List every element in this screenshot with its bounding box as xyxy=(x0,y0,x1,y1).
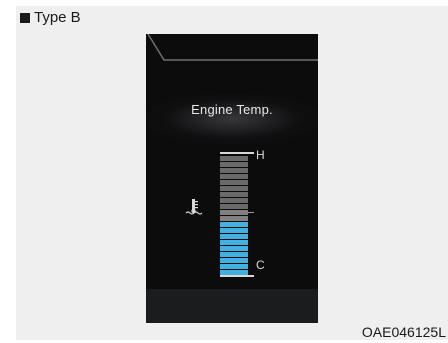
type-label-text: Type B xyxy=(34,9,81,26)
display-title: Engine Temp. xyxy=(191,102,273,117)
display-bottom-band xyxy=(146,289,318,323)
gauge-segment xyxy=(220,180,248,185)
gauge-mid-tick xyxy=(248,212,254,213)
gauge-bottom-cap xyxy=(220,275,254,277)
gauge-segment xyxy=(220,240,248,245)
gauge-high-label: H xyxy=(256,148,265,162)
gauge-segment xyxy=(220,210,248,215)
gauge-low-label: C xyxy=(256,258,265,272)
gauge-segment xyxy=(220,264,248,269)
gauge-segment xyxy=(220,192,248,197)
square-bullet-icon xyxy=(20,12,30,23)
gauge-segment xyxy=(220,186,248,191)
coolant-temperature-icon xyxy=(185,199,203,215)
figure: Type B Engine Temp. H C OAE046125L xyxy=(16,6,448,340)
gauge-segment xyxy=(220,198,248,203)
gauge-segment xyxy=(220,156,248,161)
gauge-segment xyxy=(220,168,248,173)
type-label: Type B xyxy=(20,9,81,26)
gauge-segment xyxy=(220,216,248,221)
gauge-segment xyxy=(220,228,248,233)
gauge-top-cap xyxy=(220,152,254,154)
figure-code: OAE046125L xyxy=(361,324,446,340)
gauge-segment xyxy=(220,234,248,239)
gauge-segment xyxy=(220,204,248,209)
temperature-gauge xyxy=(220,152,254,277)
gauge-segment xyxy=(220,258,248,263)
gauge-segment xyxy=(220,162,248,167)
gauge-segment xyxy=(220,246,248,251)
cluster-display: Engine Temp. H C xyxy=(146,34,318,323)
gauge-segment xyxy=(220,174,248,179)
gauge-segment xyxy=(220,252,248,257)
gauge-segment xyxy=(220,222,248,227)
display-bezel-line xyxy=(147,34,318,61)
